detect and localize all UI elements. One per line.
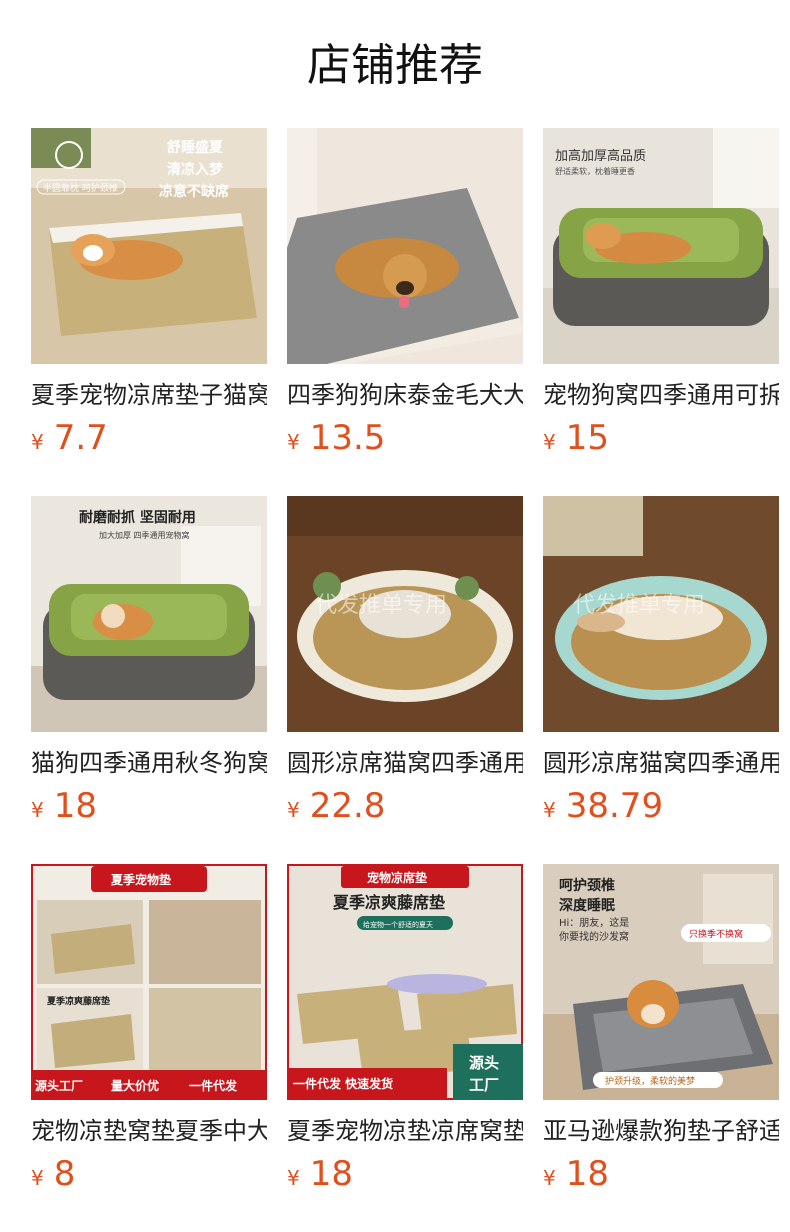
currency-symbol: ¥ — [543, 1166, 556, 1190]
product-row: 舒睡盛夏 清凉入梦 凉意不缺席 半圆靠枕 呵护颈椎 夏季宠物凉席垫子猫窝 ¥7.… — [31, 128, 779, 478]
svg-text:宠物凉席垫: 宠物凉席垫 — [367, 870, 427, 885]
product-image[interactable]: 代发推单专用 — [543, 496, 779, 732]
product-name[interactable]: 宠物凉垫窝垫夏季中大 — [31, 1114, 267, 1148]
price-value: 7.7 — [53, 418, 108, 458]
product-image[interactable] — [287, 128, 523, 364]
currency-symbol: ¥ — [287, 430, 300, 454]
svg-text:舒适柔软，枕着睡更香: 舒适柔软，枕着睡更香 — [555, 166, 635, 176]
product-image[interactable]: 耐磨耐抓 坚固耐用 加大加厚 四季通用宠物窝 — [31, 496, 267, 732]
price-value: 13.5 — [309, 418, 386, 458]
svg-text:加高加厚高品质: 加高加厚高品质 — [555, 148, 646, 164]
svg-text:量大价优: 量大价优 — [111, 1078, 159, 1093]
currency-symbol: ¥ — [31, 798, 44, 822]
product-image[interactable]: 夏季宠物垫 夏季凉爽藤席垫 源头工厂 量大价优 一件代发 — [31, 864, 267, 1100]
svg-text:工厂: 工厂 — [469, 1076, 499, 1094]
product-price: ¥7.7 — [31, 418, 108, 458]
svg-text:呵护颈椎: 呵护颈椎 — [559, 877, 615, 894]
price-value: 18 — [565, 1154, 609, 1194]
svg-text:耐磨耐抓 坚固耐用: 耐磨耐抓 坚固耐用 — [79, 509, 196, 526]
product-name[interactable]: 猫狗四季通用秋冬狗窝 — [31, 746, 267, 780]
svg-text:只换季不换窝: 只换季不换窝 — [689, 928, 743, 940]
svg-text:凉意不缺席: 凉意不缺席 — [159, 183, 229, 200]
svg-text:源头工厂: 源头工厂 — [35, 1078, 83, 1093]
currency-symbol: ¥ — [543, 430, 556, 454]
svg-text:半圆靠枕 呵护颈椎: 半圆靠枕 呵护颈椎 — [43, 182, 118, 194]
price-value: 18 — [53, 786, 97, 826]
svg-text:代发推单专用: 代发推单专用 — [315, 593, 447, 618]
svg-text:夏季宠物垫: 夏季宠物垫 — [111, 872, 171, 887]
currency-symbol: ¥ — [287, 798, 300, 822]
product-card[interactable]: 舒睡盛夏 清凉入梦 凉意不缺席 半圆靠枕 呵护颈椎 夏季宠物凉席垫子猫窝 ¥7.… — [31, 128, 267, 468]
svg-text:一件代发: 一件代发 — [189, 1078, 238, 1093]
product-card[interactable]: 四季狗狗床泰金毛犬大 ¥13.5 — [287, 128, 523, 468]
product-name[interactable]: 亚马逊爆款狗垫子舒适 — [543, 1114, 779, 1148]
product-card[interactable]: 宠物凉席垫 夏季凉爽藤席垫 给宠物一个舒适的夏天 一件代发 快速发货 源头 工厂… — [287, 864, 523, 1204]
svg-text:你要找的沙发窝: 你要找的沙发窝 — [559, 930, 629, 943]
product-image[interactable]: 加高加厚高品质 舒适柔软，枕着睡更香 — [543, 128, 779, 364]
svg-text:清凉入梦: 清凉入梦 — [167, 161, 224, 178]
product-name[interactable]: 圆形凉席猫窝四季通用 — [287, 746, 523, 780]
product-name[interactable]: 夏季宠物凉席垫子猫窝 — [31, 378, 267, 412]
product-price: ¥15 — [543, 418, 609, 458]
product-price: ¥18 — [31, 786, 97, 826]
svg-text:代发推单专用: 代发推单专用 — [573, 593, 705, 618]
product-image[interactable]: 舒睡盛夏 清凉入梦 凉意不缺席 半圆靠枕 呵护颈椎 — [31, 128, 267, 364]
product-image[interactable]: 代发推单专用 — [287, 496, 523, 732]
product-price: ¥22.8 — [287, 786, 385, 826]
svg-text:夏季凉爽藤席垫: 夏季凉爽藤席垫 — [46, 995, 110, 1007]
product-card[interactable]: 代发推单专用 圆形凉席猫窝四季通用 ¥22.8 — [287, 496, 523, 836]
svg-text:深度睡眠: 深度睡眠 — [559, 897, 615, 914]
product-price: ¥38.79 — [543, 786, 663, 826]
product-price: ¥13.5 — [287, 418, 385, 458]
price-value: 15 — [565, 418, 609, 458]
product-image[interactable]: 宠物凉席垫 夏季凉爽藤席垫 给宠物一个舒适的夏天 一件代发 快速发货 源头 工厂 — [287, 864, 523, 1100]
product-card[interactable]: 加高加厚高品质 舒适柔软，枕着睡更香 宠物狗窝四季通用可拆 ¥15 — [543, 128, 779, 468]
product-price: ¥18 — [287, 1154, 353, 1194]
svg-text:夏季凉爽藤席垫: 夏季凉爽藤席垫 — [332, 893, 445, 912]
product-row: 夏季宠物垫 夏季凉爽藤席垫 源头工厂 量大价优 一件代发 宠物凉垫窝垫夏季中大 … — [31, 864, 779, 1214]
svg-text:源头: 源头 — [469, 1054, 499, 1072]
product-name[interactable]: 宠物狗窝四季通用可拆 — [543, 378, 779, 412]
page-title: 店铺推荐 — [307, 40, 483, 91]
price-value: 18 — [309, 1154, 353, 1194]
product-name[interactable]: 四季狗狗床泰金毛犬大 — [287, 378, 523, 412]
svg-text:给宠物一个舒适的夏天: 给宠物一个舒适的夏天 — [363, 920, 433, 929]
product-card[interactable]: 呵护颈椎 深度睡眠 Hi：朋友，这是 你要找的沙发窝 只换季不换窝 护颈升级，柔… — [543, 864, 779, 1204]
price-value: 8 — [53, 1154, 76, 1194]
product-card[interactable]: 代发推单专用 圆形凉席猫窝四季通用 ¥38.79 — [543, 496, 779, 836]
product-image[interactable]: 呵护颈椎 深度睡眠 Hi：朋友，这是 你要找的沙发窝 只换季不换窝 护颈升级，柔… — [543, 864, 779, 1100]
product-name[interactable]: 夏季宠物凉垫凉席窝垫 — [287, 1114, 523, 1148]
product-row: 耐磨耐抓 坚固耐用 加大加厚 四季通用宠物窝 猫狗四季通用秋冬狗窝 ¥18 代发… — [31, 496, 779, 846]
product-price: ¥18 — [543, 1154, 609, 1194]
product-card[interactable]: 夏季宠物垫 夏季凉爽藤席垫 源头工厂 量大价优 一件代发 宠物凉垫窝垫夏季中大 … — [31, 864, 267, 1204]
svg-text:一件代发 快速发货: 一件代发 快速发货 — [293, 1076, 393, 1091]
svg-text:Hi：朋友，这是: Hi：朋友，这是 — [559, 916, 629, 929]
currency-symbol: ¥ — [31, 1166, 44, 1190]
price-value: 22.8 — [309, 786, 386, 826]
svg-text:加大加厚 四季通用宠物窝: 加大加厚 四季通用宠物窝 — [99, 530, 190, 540]
currency-symbol: ¥ — [543, 798, 556, 822]
svg-text:舒睡盛夏: 舒睡盛夏 — [167, 139, 224, 156]
currency-symbol: ¥ — [31, 430, 44, 454]
product-price: ¥8 — [31, 1154, 75, 1194]
product-card[interactable]: 耐磨耐抓 坚固耐用 加大加厚 四季通用宠物窝 猫狗四季通用秋冬狗窝 ¥18 — [31, 496, 267, 836]
product-name[interactable]: 圆形凉席猫窝四季通用 — [543, 746, 779, 780]
svg-text:护颈升级，柔软的美梦: 护颈升级，柔软的美梦 — [605, 1075, 695, 1087]
price-value: 38.79 — [565, 786, 664, 826]
currency-symbol: ¥ — [287, 1166, 300, 1190]
